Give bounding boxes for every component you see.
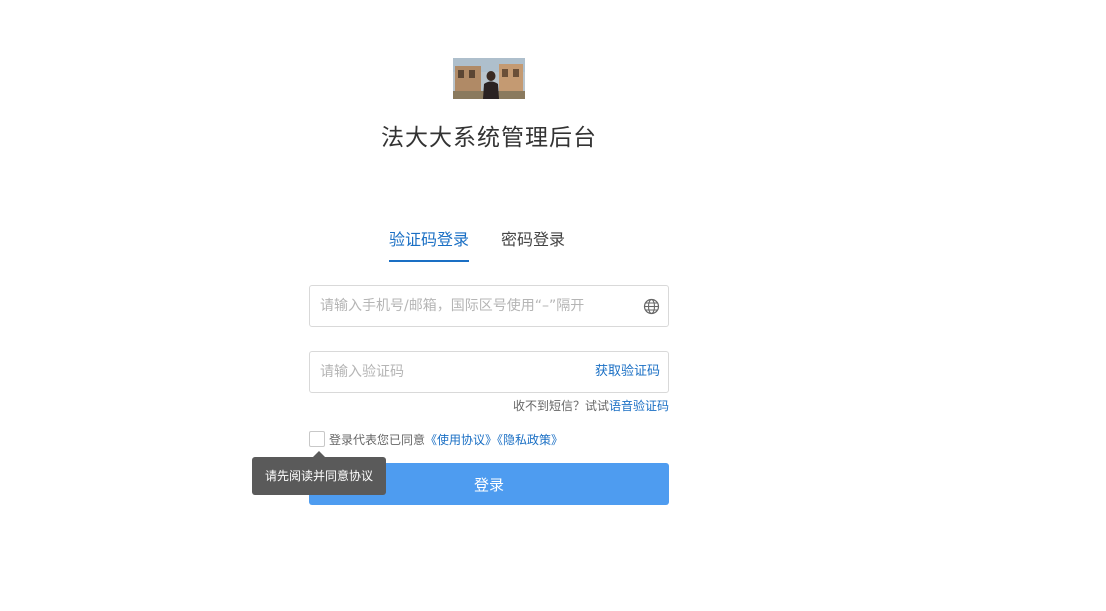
voice-code-link[interactable]: 语音验证码 (609, 399, 669, 413)
tab-sms-code-login[interactable]: 验证码登录 (389, 228, 470, 262)
tab-password-login[interactable]: 密码登录 (501, 228, 565, 260)
terms-link[interactable]: 《使用协议》 (425, 433, 497, 447)
account-field (309, 285, 669, 327)
logo-image (453, 58, 525, 99)
agreement-text: 登录代表您已同意《使用协议》《隐私政策》 (329, 431, 563, 448)
privacy-link[interactable]: 《隐私政策》 (497, 433, 563, 447)
agreement-tooltip: 请先阅读并同意协议 (252, 457, 386, 495)
page-title: 法大大系统管理后台 (381, 125, 597, 151)
sms-hint-text: 收不到短信？试试 (512, 399, 609, 413)
avatar-photo-icon (453, 58, 525, 99)
agreement-checkbox[interactable] (309, 431, 325, 447)
globe-icon[interactable] (643, 298, 660, 315)
login-page: 法大大系统管理后台 验证码登录 密码登录 获取验证码 收不到短信？试试语音验证码… (0, 0, 1106, 611)
code-field: 获取验证码 (309, 351, 669, 393)
agreement-label: 登录代表您已同意 (329, 433, 426, 447)
account-input[interactable] (310, 286, 600, 326)
sms-hint: 收不到短信？试试语音验证码 (513, 397, 669, 414)
get-code-button[interactable]: 获取验证码 (595, 352, 660, 392)
verification-code-input[interactable] (310, 352, 600, 392)
